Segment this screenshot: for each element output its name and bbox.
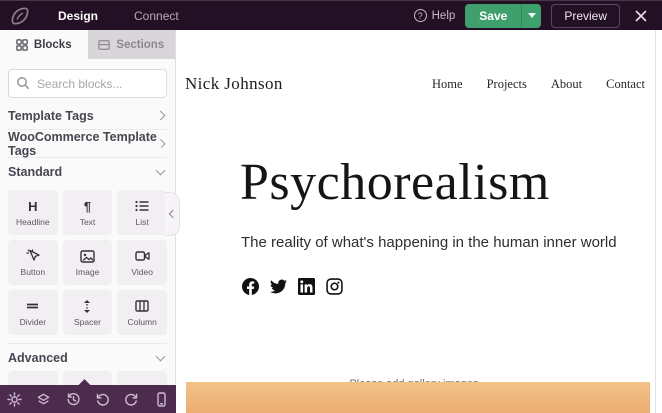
chevron-down-icon — [156, 166, 166, 176]
save-label: Save — [479, 9, 507, 23]
search-container — [8, 69, 167, 98]
accordion-label: Template Tags — [8, 109, 94, 123]
linkedin-icon[interactable] — [298, 278, 315, 295]
search-input[interactable] — [8, 69, 167, 98]
block-image[interactable]: Image — [63, 240, 113, 285]
list-icon — [135, 198, 149, 214]
nav-projects[interactable]: Projects — [487, 77, 527, 92]
page-canvas: Nick Johnson Home Projects About Contact… — [176, 30, 656, 413]
block-headline[interactable]: H Headline — [8, 190, 58, 235]
block-text[interactable]: ¶ Text — [63, 190, 113, 235]
block-video[interactable]: Video — [117, 240, 167, 285]
tab-connect[interactable]: Connect — [116, 1, 197, 31]
nav-home[interactable]: Home — [432, 77, 463, 92]
image-icon — [80, 248, 95, 264]
settings-icon[interactable] — [4, 388, 26, 410]
help-label: Help — [432, 10, 456, 22]
sections-icon — [98, 39, 110, 51]
headline-icon: H — [28, 198, 37, 214]
question-icon: ? — [414, 9, 427, 22]
accordion-label: Standard — [8, 165, 62, 179]
save-split-button: Save — [465, 4, 541, 28]
column-icon — [135, 298, 149, 314]
facebook-icon[interactable] — [242, 278, 259, 295]
accordion-label: WooCommerce Template Tags — [8, 130, 158, 158]
preview-button[interactable]: Preview — [551, 4, 620, 28]
text-icon: ¶ — [84, 198, 91, 214]
accordion-advanced[interactable]: Advanced — [8, 343, 167, 371]
hero-heading[interactable]: Psychorealism — [240, 154, 550, 211]
history-icon[interactable] — [62, 388, 84, 410]
chevron-down-icon — [528, 13, 536, 18]
top-bar: Design Connect ? Help Save Preview — [0, 0, 662, 30]
instagram-icon[interactable] — [326, 278, 343, 295]
close-icon — [635, 10, 647, 22]
seedprod-builder: Design Connect ? Help Save Preview — [0, 0, 662, 413]
chevron-right-icon — [156, 111, 166, 121]
spacer-icon — [81, 298, 93, 314]
tab-blocks[interactable]: Blocks — [0, 30, 88, 59]
accordion-label: Advanced — [8, 351, 68, 365]
accordion-template-tags[interactable]: Template Tags — [8, 102, 167, 130]
divider-icon — [26, 298, 39, 314]
preview-label: Preview — [564, 9, 607, 23]
block-column[interactable]: Column — [117, 290, 167, 335]
chevron-left-icon — [169, 210, 177, 218]
nav-contact[interactable]: Contact — [606, 77, 645, 92]
blocks-sidebar: Blocks Sections Template Tags — [0, 30, 176, 413]
block-button[interactable]: Button — [8, 240, 58, 285]
sidebar-collapse-handle[interactable] — [165, 192, 180, 236]
save-button[interactable]: Save — [465, 4, 521, 28]
block-divider[interactable]: Divider — [8, 290, 58, 335]
redo-icon[interactable] — [121, 388, 143, 410]
twitter-icon[interactable] — [270, 278, 287, 295]
chevron-down-icon — [156, 351, 166, 361]
help-button[interactable]: ? Help — [414, 9, 456, 22]
gallery-image[interactable] — [186, 382, 650, 413]
site-header: Nick Johnson Home Projects About Contact — [185, 74, 645, 94]
seedprod-logo[interactable] — [0, 1, 40, 31]
mobile-preview-icon[interactable] — [150, 388, 172, 410]
video-icon — [135, 248, 150, 264]
close-button[interactable] — [630, 5, 652, 27]
social-links — [242, 278, 343, 295]
leaf-icon — [10, 6, 30, 26]
block-spacer[interactable]: Spacer — [63, 290, 113, 335]
layers-icon[interactable] — [33, 388, 55, 410]
undo-icon[interactable] — [92, 388, 114, 410]
site-title[interactable]: Nick Johnson — [185, 74, 283, 94]
standard-blocks-grid: H Headline ¶ Text List — [8, 186, 167, 343]
tab-sections[interactable]: Sections — [88, 30, 176, 59]
search-icon — [16, 76, 30, 90]
sidebar-tabs: Blocks Sections — [0, 30, 175, 59]
hero-subtitle[interactable]: The reality of what's happening in the h… — [241, 234, 617, 251]
accordion-standard[interactable]: Standard — [8, 158, 167, 186]
tab-design[interactable]: Design — [40, 1, 116, 31]
accordion-woocommerce-template-tags[interactable]: WooCommerce Template Tags — [8, 130, 167, 158]
site-nav: Home Projects About Contact — [432, 77, 645, 92]
save-dropdown-button[interactable] — [521, 4, 541, 28]
blocks-icon — [16, 39, 28, 51]
tab-sections-label: Sections — [116, 39, 164, 51]
builder-bottom-toolbar — [0, 385, 176, 413]
button-icon — [26, 248, 40, 264]
tab-blocks-label: Blocks — [34, 39, 72, 51]
block-list[interactable]: List — [117, 190, 167, 235]
nav-about[interactable]: About — [551, 77, 582, 92]
